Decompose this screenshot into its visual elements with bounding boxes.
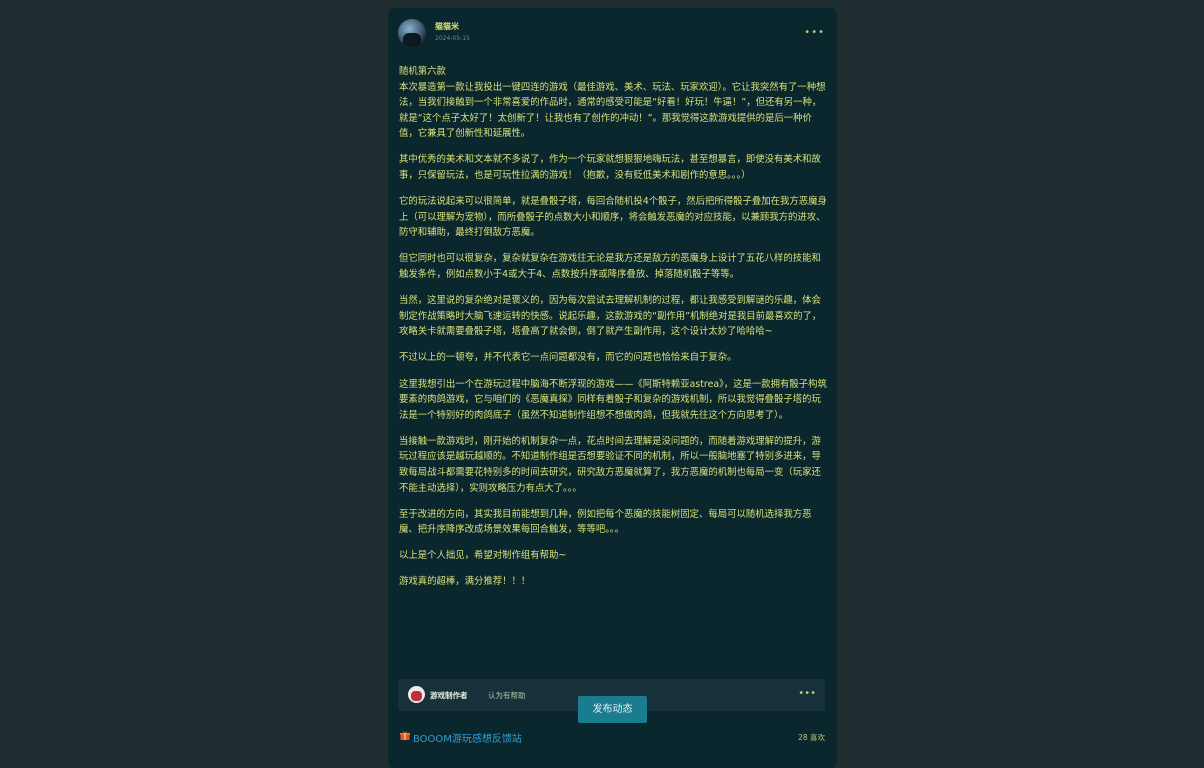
post-footer: BOOOM游玩感想反馈站 28 喜欢 <box>399 729 827 745</box>
post-paragraph: 这里我想引出一个在游玩过程中脑海不断浮现的游戏——《阿斯特赖亚astrea》，这… <box>399 378 827 421</box>
publish-post-button[interactable]: 发布动态 <box>578 696 647 723</box>
post-content: 随机第六款 本次暴造第一款让我投出一键四连的游戏（最佳游戏、美术、玩法、玩家欢迎… <box>399 64 827 601</box>
author-avatar[interactable] <box>398 19 426 47</box>
post-paragraph: 它的玩法说起来可以很简单，就是叠骰子塔，每回合随机投4个骰子，然后把所得骰子叠加… <box>399 196 827 239</box>
author-name[interactable]: 猫猫米 <box>435 21 459 32</box>
post-paragraph: 至于改进的方向，其实我目前能想到几种，例如把每个恶魔的技能树固定、每局可以随机选… <box>399 508 812 536</box>
more-options-icon[interactable]: ••• <box>804 28 825 38</box>
developer-name[interactable]: 游戏制作者 <box>430 690 468 701</box>
post-paragraph: 当然，这里说的复杂绝对是褒义的，因为每次尝试去理解机制的过程，都让我感受到解谜的… <box>399 295 822 338</box>
post-paragraph: 其中优秀的美术和文本就不多说了，作为一个玩家就想狠狠地嗨玩法，甚至想暴言，即使没… <box>399 154 821 182</box>
post-paragraph: 以上是个人拙见，希望对制作组有帮助~ <box>399 550 567 562</box>
topic-tag-link[interactable]: BOOOM游玩感想反馈站 <box>413 730 522 745</box>
post-paragraph: 不过以上的一顿夸，并不代表它一点问题都没有，而它的问题也恰恰来自于复杂。 <box>399 352 737 364</box>
post-header: 猫猫米 2024-05-15 ••• <box>398 19 827 47</box>
post-paragraph: 游戏真的超棒，满分推荐！！！ <box>399 576 531 588</box>
likes-count[interactable]: 28 喜欢 <box>798 732 825 743</box>
post-paragraph: 随机第六款 本次暴造第一款让我投出一键四连的游戏（最佳游戏、美术、玩法、玩家欢迎… <box>399 66 826 140</box>
post-paragraph: 当接触一款游戏时，刚开始的机制复杂一点，花点时间去理解是没问题的，而随着游戏理解… <box>399 435 821 494</box>
helpful-text: 认为有帮助 <box>488 691 526 700</box>
post-date: 2024-05-15 <box>435 35 470 42</box>
post-paragraph: 但它同时也可以很复杂，复杂就复杂在游戏往无论是我方还是敌方的恶魔身上设计了五花八… <box>399 253 821 281</box>
post-card: 猫猫米 2024-05-15 ••• 随机第六款 本次暴造第一款让我投出一键四连… <box>388 8 837 768</box>
helpful-more-icon[interactable]: ••• <box>798 689 816 699</box>
gift-icon <box>400 731 410 740</box>
developer-avatar[interactable] <box>408 686 425 703</box>
